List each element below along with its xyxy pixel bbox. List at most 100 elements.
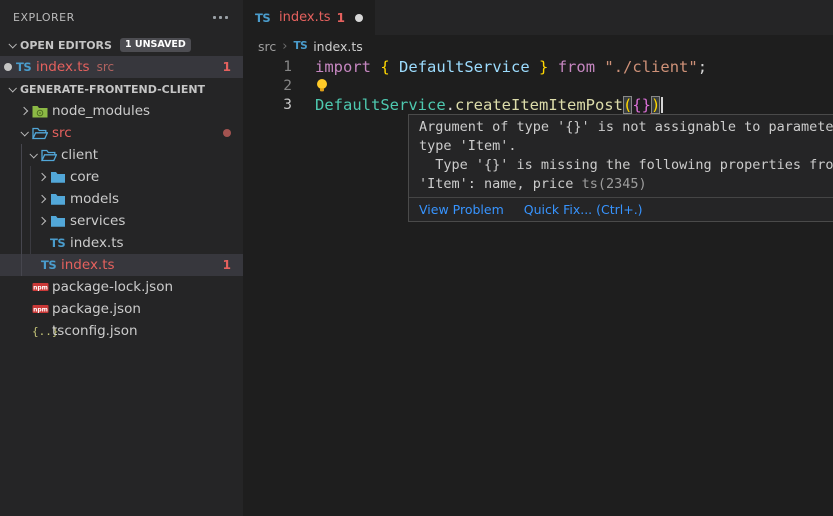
error-count-badge: 1 <box>223 60 231 74</box>
file-tree: node_modulessrcclientcoremodelsservicesT… <box>0 100 243 342</box>
error-count-badge: 1 <box>223 258 231 272</box>
line-number: 1 <box>243 58 292 77</box>
chevron-down-icon <box>25 152 41 158</box>
token <box>371 58 380 76</box>
hover-text: Argument of type '{}' is not assignable … <box>419 119 833 135</box>
tree-item-client[interactable]: client <box>0 144 243 166</box>
tree-item-label: package.json <box>52 301 141 317</box>
tree-item-services[interactable]: services <box>0 210 243 232</box>
token: "./client" <box>604 58 697 76</box>
token <box>530 58 539 76</box>
workspace-label: GENERATE-FRONTEND-CLIENT <box>20 83 205 96</box>
folder-icon <box>50 193 68 206</box>
code-line[interactable]: 2 <box>243 77 833 96</box>
tree-item-package-lock-json[interactable]: npm package-lock.json <box>0 276 243 298</box>
modified-dot-icon[interactable] <box>355 14 363 22</box>
line-number: 3 <box>243 96 292 115</box>
tab-title: index.ts <box>279 10 331 25</box>
tree-item-label: src <box>52 125 72 141</box>
tab-error-count: 1 <box>337 11 345 25</box>
json-braces-icon: {..} <box>32 325 50 338</box>
token <box>548 58 557 76</box>
hover-message-line: Type '{}' is missing the following prope… <box>419 156 833 175</box>
token: ; <box>698 58 707 76</box>
typescript-icon: TS <box>16 60 34 74</box>
tree-item-src[interactable]: src <box>0 122 243 144</box>
workspace-header[interactable]: GENERATE-FRONTEND-CLIENT <box>0 78 243 100</box>
tree-item-tsconfig-json[interactable]: {..}tsconfig.json <box>0 320 243 342</box>
tree-item-label: node_modules <box>52 103 150 119</box>
view-problem-link[interactable]: View Problem <box>419 202 504 217</box>
token: { <box>380 58 389 76</box>
tree-item-label: index.ts <box>70 235 124 251</box>
token: DefaultService <box>315 96 446 114</box>
error-code: ts(2345) <box>582 176 647 192</box>
token: createItemItemPost <box>455 96 623 114</box>
tree-item-core[interactable]: core <box>0 166 243 188</box>
tab-index-ts[interactable]: TS index.ts 1 <box>243 0 375 35</box>
svg-text:npm: npm <box>33 285 48 292</box>
quick-fix-link[interactable]: Quick Fix... (Ctrl+.) <box>524 202 643 217</box>
node-modules-folder-icon <box>32 105 50 118</box>
chevron-right-icon <box>34 196 50 202</box>
tree-item-label: package-lock.json <box>52 279 173 295</box>
lightbulb-icon[interactable] <box>315 78 331 93</box>
code-line-content <box>292 77 331 96</box>
code-area[interactable]: 1import { DefaultService } from "./clien… <box>243 57 833 115</box>
hover-message-line: 'Item': name, price ts(2345) <box>419 175 833 194</box>
hover-text: Type '{}' is missing the following prope… <box>419 157 833 173</box>
token: . <box>446 96 455 114</box>
tree-item-label: core <box>70 169 99 185</box>
tree-item-index-ts[interactable]: TSindex.ts <box>0 232 243 254</box>
breadcrumb-file[interactable]: index.ts <box>313 39 363 54</box>
hover-message-line: type 'Item'. <box>419 137 833 156</box>
token: {} <box>632 96 651 114</box>
hover-text: 'Item': name, price <box>419 176 582 192</box>
hover-status-bar: View Problem Quick Fix... (Ctrl+.) <box>409 197 833 221</box>
vscode-window: EXPLORER OPEN EDITORS 1 UNSAVED TS index… <box>0 0 833 516</box>
explorer-sidebar: EXPLORER OPEN EDITORS 1 UNSAVED TS index… <box>0 0 243 516</box>
tree-item-node-modules[interactable]: node_modules <box>0 100 243 122</box>
chevron-right-icon: › <box>282 39 287 54</box>
chevron-down-icon <box>4 42 20 48</box>
chevron-right-icon <box>34 174 50 180</box>
chevron-down-icon <box>4 86 20 92</box>
code-line-content: DefaultService.createItemItemPost({}) <box>292 96 663 115</box>
code-line[interactable]: 1import { DefaultService } from "./clien… <box>243 58 833 77</box>
code-line-content: import { DefaultService } from "./client… <box>292 58 707 77</box>
typescript-icon: TS <box>50 236 68 250</box>
open-editor-description: src <box>97 60 115 74</box>
hover-message: Argument of type '{}' is not assignable … <box>409 115 833 197</box>
chevron-down-icon <box>16 130 32 136</box>
svg-text:npm: npm <box>33 307 48 314</box>
tree-item-label: models <box>70 191 119 207</box>
sidebar-title-row: EXPLORER <box>0 0 243 34</box>
folder-error-dot-icon <box>223 129 231 137</box>
open-folder-icon <box>32 127 50 140</box>
open-editors-header[interactable]: OPEN EDITORS 1 UNSAVED <box>0 34 243 56</box>
tree-item-label: client <box>61 147 98 163</box>
more-actions-icon[interactable] <box>211 12 230 23</box>
explorer-title: EXPLORER <box>13 11 75 24</box>
hover-message-line: Argument of type '{}' is not assignable … <box>419 118 833 137</box>
open-editor-item-index-ts[interactable]: TS index.ts src 1 <box>0 56 243 78</box>
breadcrumb-folder[interactable]: src <box>258 39 276 54</box>
code-line[interactable]: 3DefaultService.createItemItemPost({}) <box>243 96 833 115</box>
chevron-right-icon <box>34 218 50 224</box>
tree-item-models[interactable]: models <box>0 188 243 210</box>
npm-icon: npm <box>32 281 50 293</box>
editor-pane: TS index.ts 1 src › TS index.ts 1import … <box>243 0 833 516</box>
tree-item-index-ts[interactable]: TSindex.ts1 <box>0 254 243 276</box>
text-cursor <box>661 97 663 113</box>
hover-text: type 'Item'. <box>419 138 517 154</box>
tree-item-package-json[interactable]: npm package.json <box>0 298 243 320</box>
line-number: 2 <box>243 77 292 96</box>
folder-icon <box>50 215 68 228</box>
indent-guide <box>21 144 22 276</box>
typescript-icon: TS <box>41 258 59 272</box>
chevron-right-icon <box>16 108 32 114</box>
token <box>595 58 604 76</box>
error-hover-tooltip: Argument of type '{}' is not assignable … <box>408 114 833 222</box>
token: ) <box>651 96 660 114</box>
token: DefaultService <box>399 58 530 76</box>
